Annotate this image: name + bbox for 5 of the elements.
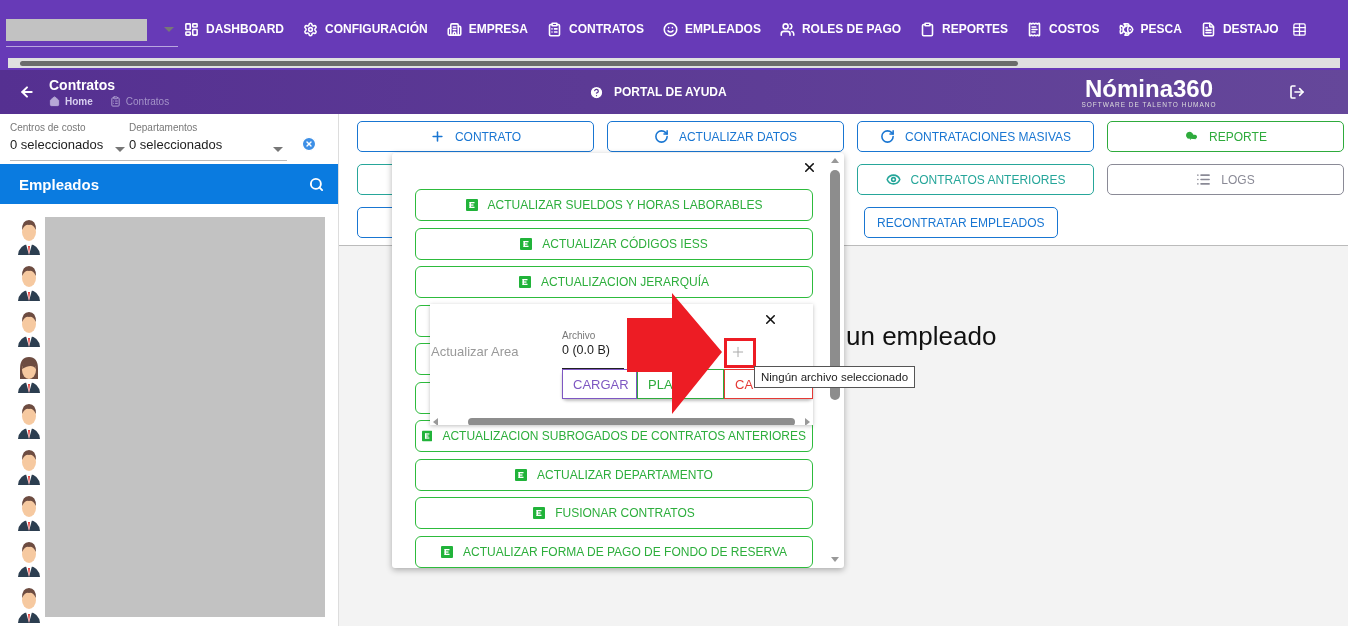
- tooltip: Ningún archivo seleccionado: [754, 366, 916, 388]
- employees-header: Empleados: [0, 164, 338, 204]
- dialog-title: Actualizar Area: [431, 344, 519, 359]
- page-title: Contratos: [49, 77, 117, 93]
- empty-message: un empleado: [846, 321, 997, 352]
